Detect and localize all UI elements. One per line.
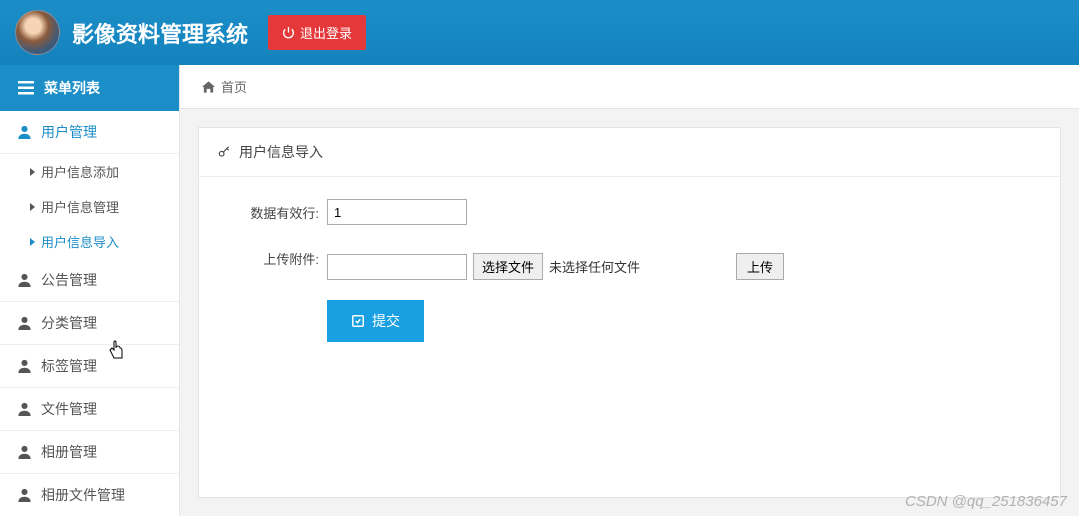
sidebar-item-label: 用户管理 [41, 122, 97, 142]
submenu-item-user-import[interactable]: 用户信息导入 [0, 224, 179, 259]
menu-header: 菜单列表 [0, 65, 179, 111]
submit-label: 提交 [372, 311, 400, 331]
content-panel: 用户信息导入 数据有效行: 上传附件: 选择文件 [198, 127, 1061, 498]
user-icon [18, 125, 31, 139]
sidebar: 菜单列表 用户管理 用户信息添加 用户信息管理 用户信息导入 公告管理 [0, 65, 180, 516]
sidebar-item-label: 相册文件管理 [41, 485, 125, 505]
submit-button[interactable]: 提交 [327, 300, 424, 342]
submenu-item-label: 用户信息管理 [41, 197, 119, 216]
sidebar-item-file[interactable]: 文件管理 [0, 388, 179, 431]
sidebar-item-category[interactable]: 分类管理 [0, 302, 179, 345]
sidebar-item-label: 相册管理 [41, 442, 97, 462]
breadcrumb: 首页 [180, 65, 1079, 109]
sidebar-item-label: 标签管理 [41, 356, 97, 376]
sidebar-item-label: 文件管理 [41, 399, 97, 419]
sidebar-item-label: 分类管理 [41, 313, 97, 333]
sidebar-item-announcement[interactable]: 公告管理 [0, 259, 179, 302]
check-icon [351, 314, 365, 328]
submenu-item-user-manage[interactable]: 用户信息管理 [0, 189, 179, 224]
user-icon [18, 488, 31, 502]
user-icon [18, 273, 31, 287]
upload-button[interactable]: 上传 [736, 253, 784, 280]
logout-button[interactable]: 退出登录 [268, 15, 366, 50]
sidebar-item-album-file[interactable]: 相册文件管理 [0, 474, 179, 516]
submenu-item-label: 用户信息导入 [41, 232, 119, 251]
file-status-text: 未选择任何文件 [549, 257, 640, 276]
menu-header-label: 菜单列表 [44, 78, 100, 98]
panel-title: 用户信息导入 [239, 142, 323, 162]
user-icon [18, 316, 31, 330]
app-header: 影像资料管理系统 退出登录 [0, 0, 1079, 65]
choose-file-button[interactable]: 选择文件 [473, 253, 543, 280]
submenu-item-label: 用户信息添加 [41, 162, 119, 181]
main-content: 首页 用户信息导入 数据有效行: 上传附件: [180, 65, 1079, 516]
form-row-rowcount: 数据有效行: [229, 199, 1030, 225]
rowcount-label: 数据有效行: [229, 199, 319, 222]
form-row-attachment: 上传附件: 选择文件 未选择任何文件 上传 [229, 245, 1030, 280]
caret-icon [30, 203, 35, 211]
sidebar-item-tag[interactable]: 标签管理 [0, 345, 179, 388]
sidebar-item-album[interactable]: 相册管理 [0, 431, 179, 474]
sidebar-item-label: 公告管理 [41, 270, 97, 290]
caret-icon [30, 238, 35, 246]
user-icon [18, 402, 31, 416]
power-icon [282, 26, 295, 39]
key-icon [217, 145, 231, 159]
file-path-display [327, 254, 467, 280]
panel-header: 用户信息导入 [199, 128, 1060, 177]
submenu: 用户信息添加 用户信息管理 用户信息导入 [0, 154, 179, 259]
attachment-label: 上传附件: [229, 245, 319, 268]
home-icon [202, 81, 215, 93]
caret-icon [30, 168, 35, 176]
app-title: 影像资料管理系统 [72, 17, 248, 49]
rowcount-input[interactable] [327, 199, 467, 225]
list-icon [18, 81, 34, 95]
panel-body: 数据有效行: 上传附件: 选择文件 未选择任何文件 上传 [199, 177, 1060, 364]
logout-label: 退出登录 [300, 23, 352, 42]
user-icon [18, 359, 31, 373]
sidebar-item-user-mgmt[interactable]: 用户管理 [0, 111, 179, 154]
user-icon [18, 445, 31, 459]
avatar[interactable] [15, 10, 60, 55]
submenu-item-user-add[interactable]: 用户信息添加 [0, 154, 179, 189]
breadcrumb-home[interactable]: 首页 [221, 77, 247, 96]
